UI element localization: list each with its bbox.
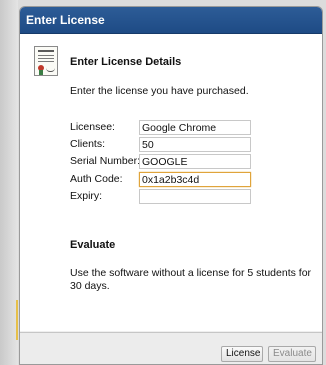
evaluate-button[interactable]: Evaluate	[268, 346, 316, 362]
dialog-content: Enter License Details Enter the license …	[20, 34, 322, 331]
expiry-input[interactable]	[139, 189, 251, 204]
license-button[interactable]: License	[221, 346, 263, 362]
auth-code-input[interactable]	[139, 172, 251, 187]
auth-code-label: Auth Code:	[70, 173, 123, 185]
license-details-heading: Enter License Details	[70, 56, 182, 68]
background-window	[0, 0, 18, 365]
dialog-footer: License Evaluate	[20, 332, 322, 364]
evaluate-description: Use the software without a license for 5…	[70, 267, 312, 292]
expiry-label: Expiry:	[70, 190, 103, 202]
dialog-title: Enter License	[20, 7, 322, 34]
license-details-description: Enter the license you have purchased.	[70, 85, 249, 97]
serial-number-input[interactable]	[139, 154, 251, 169]
licensee-label: Licensee:	[70, 121, 115, 133]
evaluate-heading: Evaluate	[70, 239, 116, 251]
background-accent	[16, 300, 18, 340]
clients-label: Clients:	[70, 138, 106, 150]
certificate-icon	[34, 46, 58, 76]
enter-license-dialog: Enter License Enter License Details Ente…	[19, 6, 323, 365]
serial-number-label: Serial Number:	[70, 155, 141, 167]
licensee-input[interactable]	[139, 120, 251, 135]
clients-input[interactable]	[139, 137, 251, 152]
